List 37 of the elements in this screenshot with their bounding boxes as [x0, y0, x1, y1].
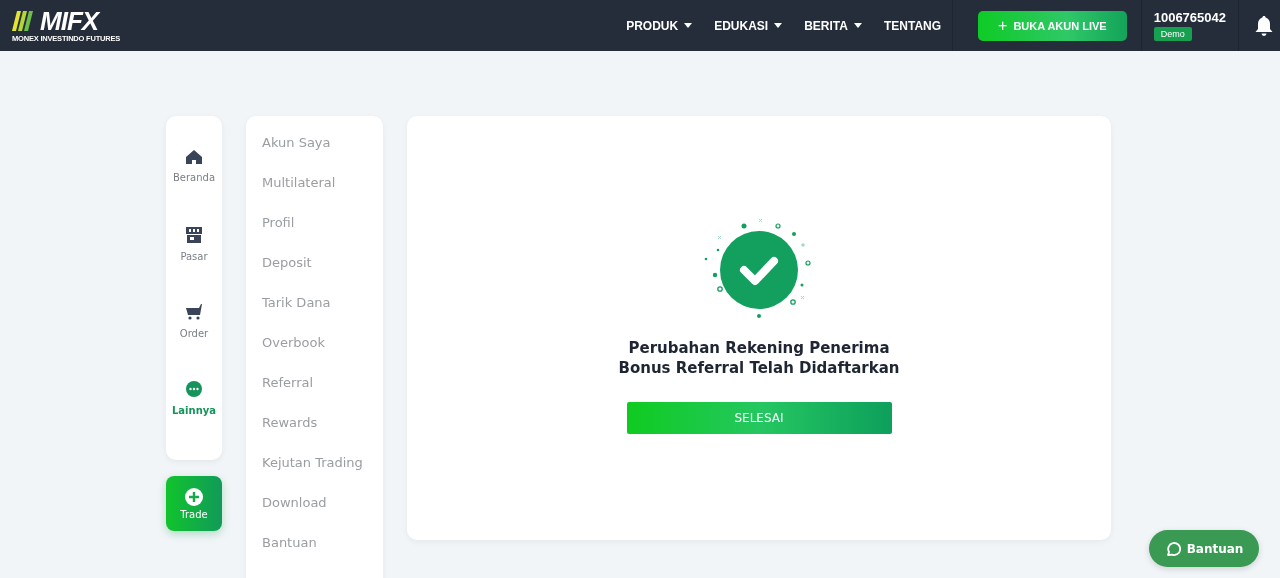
menu-item[interactable]: Overbook [262, 334, 383, 374]
menu-item[interactable]: Referral [262, 374, 383, 414]
more-icon [186, 381, 202, 397]
plus-icon [185, 487, 203, 506]
menu-item[interactable]: Bantuan [262, 534, 383, 574]
menu-item[interactable]: Akun Saya [262, 134, 383, 174]
success-message: Perubahan Rekening Penerima Bonus Referral Telah Didaftarkan [618, 338, 900, 378]
nav-rail-item[interactable]: Lainnya [166, 381, 222, 458]
chat-bubble-icon [1164, 540, 1181, 557]
caret-icon [853, 23, 862, 28]
storefront-icon [186, 227, 202, 243]
bell-icon[interactable] [1255, 15, 1273, 36]
menu-item[interactable]: Kejutan Trading [262, 454, 383, 494]
menu-item[interactable]: Profil [262, 214, 383, 254]
caret-icon [774, 23, 783, 28]
open-account-button[interactable]: + BUKA AKUN LIVE [978, 10, 1127, 41]
nav-link[interactable]: PRODUK [615, 18, 704, 33]
menu-item[interactable]: Tarik Dana [262, 294, 383, 334]
logo-wordmark[interactable]: MIFX [40, 8, 99, 33]
account-number: 1006765042 [1153, 10, 1226, 25]
menu-item[interactable]: Deposit [262, 254, 383, 294]
menu-item[interactable]: Multilateral [262, 174, 383, 214]
trade-button[interactable]: Trade [166, 476, 222, 531]
menu-item[interactable]: Rewards [262, 414, 383, 454]
nav-link[interactable]: BERITA [793, 18, 873, 33]
nav-rail-item[interactable]: Beranda [166, 150, 222, 227]
caret-icon [684, 23, 693, 28]
account-type-badge: Demo [1153, 27, 1192, 41]
finish-button[interactable]: SELESAI [626, 402, 892, 434]
help-button[interactable]: Bantuan [1149, 530, 1259, 567]
cart-icon [186, 304, 202, 320]
nav-rail-item[interactable]: Order [166, 304, 222, 381]
house-icon [186, 150, 202, 164]
nav-rail-item[interactable]: Pasar [166, 227, 222, 304]
nav-link[interactable]: TENTANG [872, 18, 953, 33]
menu-item[interactable]: Download [262, 494, 383, 534]
nav-link[interactable]: EDUKASI [703, 18, 794, 33]
